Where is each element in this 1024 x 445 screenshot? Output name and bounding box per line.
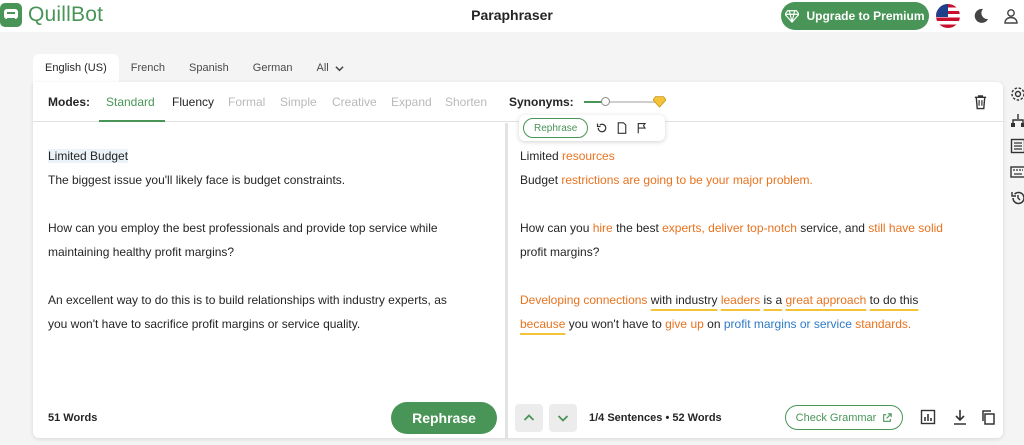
pane-divider[interactable]: [505, 123, 508, 438]
sentence-toolbar: Rephrase: [519, 115, 665, 141]
output-word[interactable]: the best: [616, 221, 659, 235]
moon-icon: [974, 8, 988, 23]
us-flag-icon[interactable]: [936, 4, 960, 28]
trash-icon[interactable]: [973, 94, 988, 110]
modes-bar: Modes: Standard Fluency Formal Simple Cr…: [33, 82, 1003, 122]
upgrade-premium-button[interactable]: Upgrade to Premium: [781, 2, 929, 30]
undo-icon[interactable]: [596, 122, 608, 134]
account-button[interactable]: [1000, 5, 1022, 27]
output-changed-word[interactable]: great approach: [786, 293, 867, 307]
diamond-icon: [785, 10, 800, 23]
tab-french[interactable]: French: [119, 54, 177, 82]
copy-icon[interactable]: [980, 409, 996, 425]
output-changed-word[interactable]: still have solid: [868, 221, 943, 235]
output-changed-word[interactable]: hire: [593, 221, 613, 235]
output-changed-word[interactable]: experts, deliver top-notch: [662, 221, 797, 235]
language-tabs: English (US) French Spanish German All: [33, 54, 356, 82]
output-word[interactable]: Limited: [520, 149, 559, 163]
check-grammar-button[interactable]: Check Grammar: [785, 405, 903, 430]
sentence-word-stats: 1/4 Sentences • 52 Words: [589, 412, 722, 424]
tab-english-us[interactable]: English (US): [33, 54, 119, 82]
stats-separator: •: [665, 412, 670, 424]
tab-all-languages[interactable]: All: [305, 54, 356, 82]
upgrade-premium-label: Upgrade to Premium: [806, 9, 925, 23]
external-link-icon: [883, 412, 893, 422]
chevron-up-icon: [523, 414, 535, 421]
input-title: Limited Budget: [48, 149, 129, 163]
input-paragraph-2b: maintaining healthy profit margins?: [48, 245, 235, 259]
output-changed-word[interactable]: Developing connections: [520, 293, 647, 307]
mode-shorten[interactable]: Shorten: [445, 95, 487, 109]
mode-expand[interactable]: Expand: [391, 95, 432, 109]
output-word[interactable]: you won't have to: [569, 317, 662, 331]
synonyms-label: Synonyms:: [509, 95, 574, 109]
mode-formal[interactable]: Formal: [228, 95, 265, 109]
dark-mode-button[interactable]: [970, 5, 992, 27]
mode-simple[interactable]: Simple: [280, 95, 317, 109]
input-paragraph-3b: you won't have to sacrifice profit margi…: [48, 317, 361, 331]
tab-german[interactable]: German: [241, 54, 305, 82]
input-paragraph-3a: An excellent way to do this is to build …: [48, 293, 447, 307]
output-word[interactable]: profit margins?: [520, 245, 599, 259]
output-word[interactable]: to do this: [870, 293, 919, 307]
mode-fluency[interactable]: Fluency: [172, 95, 214, 109]
paraphraser-card: Modes: Standard Fluency Formal Simple Cr…: [33, 82, 1003, 438]
input-paragraph-2a: How can you employ the best professional…: [48, 221, 438, 235]
mode-creative[interactable]: Creative: [332, 95, 377, 109]
tab-all-label: All: [316, 62, 329, 74]
output-word[interactable]: on: [707, 317, 720, 331]
output-changed-word[interactable]: give up: [665, 317, 704, 331]
keyboard-icon[interactable]: [1010, 164, 1024, 180]
input-word-count: 51 Words: [48, 412, 98, 424]
output-changed-word[interactable]: leaders: [721, 293, 760, 307]
list-icon[interactable]: [1010, 138, 1024, 154]
popup-rephrase-button[interactable]: Rephrase: [523, 118, 589, 138]
previous-sentence-button[interactable]: [515, 404, 543, 432]
output-text-area[interactable]: Limited resources Budget restrictions ar…: [520, 144, 980, 360]
output-word[interactable]: service, and: [800, 221, 865, 235]
mode-standard[interactable]: Standard: [106, 95, 155, 109]
output-word[interactable]: How can you: [520, 221, 589, 235]
rephrase-button[interactable]: Rephrase: [391, 402, 497, 434]
check-grammar-label: Check Grammar: [795, 411, 877, 424]
modes-label: Modes:: [48, 95, 90, 109]
sentence-count: 1/4 Sentences: [589, 412, 663, 424]
document-icon[interactable]: [616, 122, 628, 134]
output-word[interactable]: is a: [764, 293, 783, 307]
user-icon: [1004, 9, 1018, 24]
hierarchy-icon[interactable]: [1010, 113, 1024, 129]
output-structural-change[interactable]: profit margins or service: [724, 317, 852, 331]
next-sentence-button[interactable]: [549, 404, 577, 432]
chevron-down-icon: [557, 415, 569, 422]
output-changed-word[interactable]: because: [520, 317, 565, 331]
tab-spanish[interactable]: Spanish: [177, 54, 241, 82]
output-word-count: 52 Words: [672, 412, 722, 424]
flag-icon[interactable]: [636, 122, 648, 134]
statistics-icon[interactable]: [920, 409, 936, 425]
output-word[interactable]: Budget: [520, 173, 558, 187]
top-bar: QuillBot Paraphraser Upgrade to Premium: [0, 0, 1024, 32]
active-mode-indicator: [99, 120, 165, 122]
output-changed-word[interactable]: resources: [562, 149, 615, 163]
synonyms-slider-handle[interactable]: [601, 97, 610, 106]
chevron-down-icon: [335, 65, 344, 71]
output-changed-word[interactable]: standards.: [855, 317, 911, 331]
input-paragraph-1: The biggest issue you'll likely face is …: [48, 173, 346, 187]
output-word[interactable]: with industry: [651, 293, 718, 307]
input-text-area[interactable]: Limited Budget The biggest issue you'll …: [48, 144, 488, 360]
settings-icon[interactable]: [1010, 86, 1024, 102]
download-icon[interactable]: [952, 409, 968, 425]
output-changed-word[interactable]: restrictions are going to be your major …: [561, 173, 812, 187]
premium-gem-icon: [653, 96, 666, 108]
history-icon[interactable]: [1010, 190, 1024, 206]
